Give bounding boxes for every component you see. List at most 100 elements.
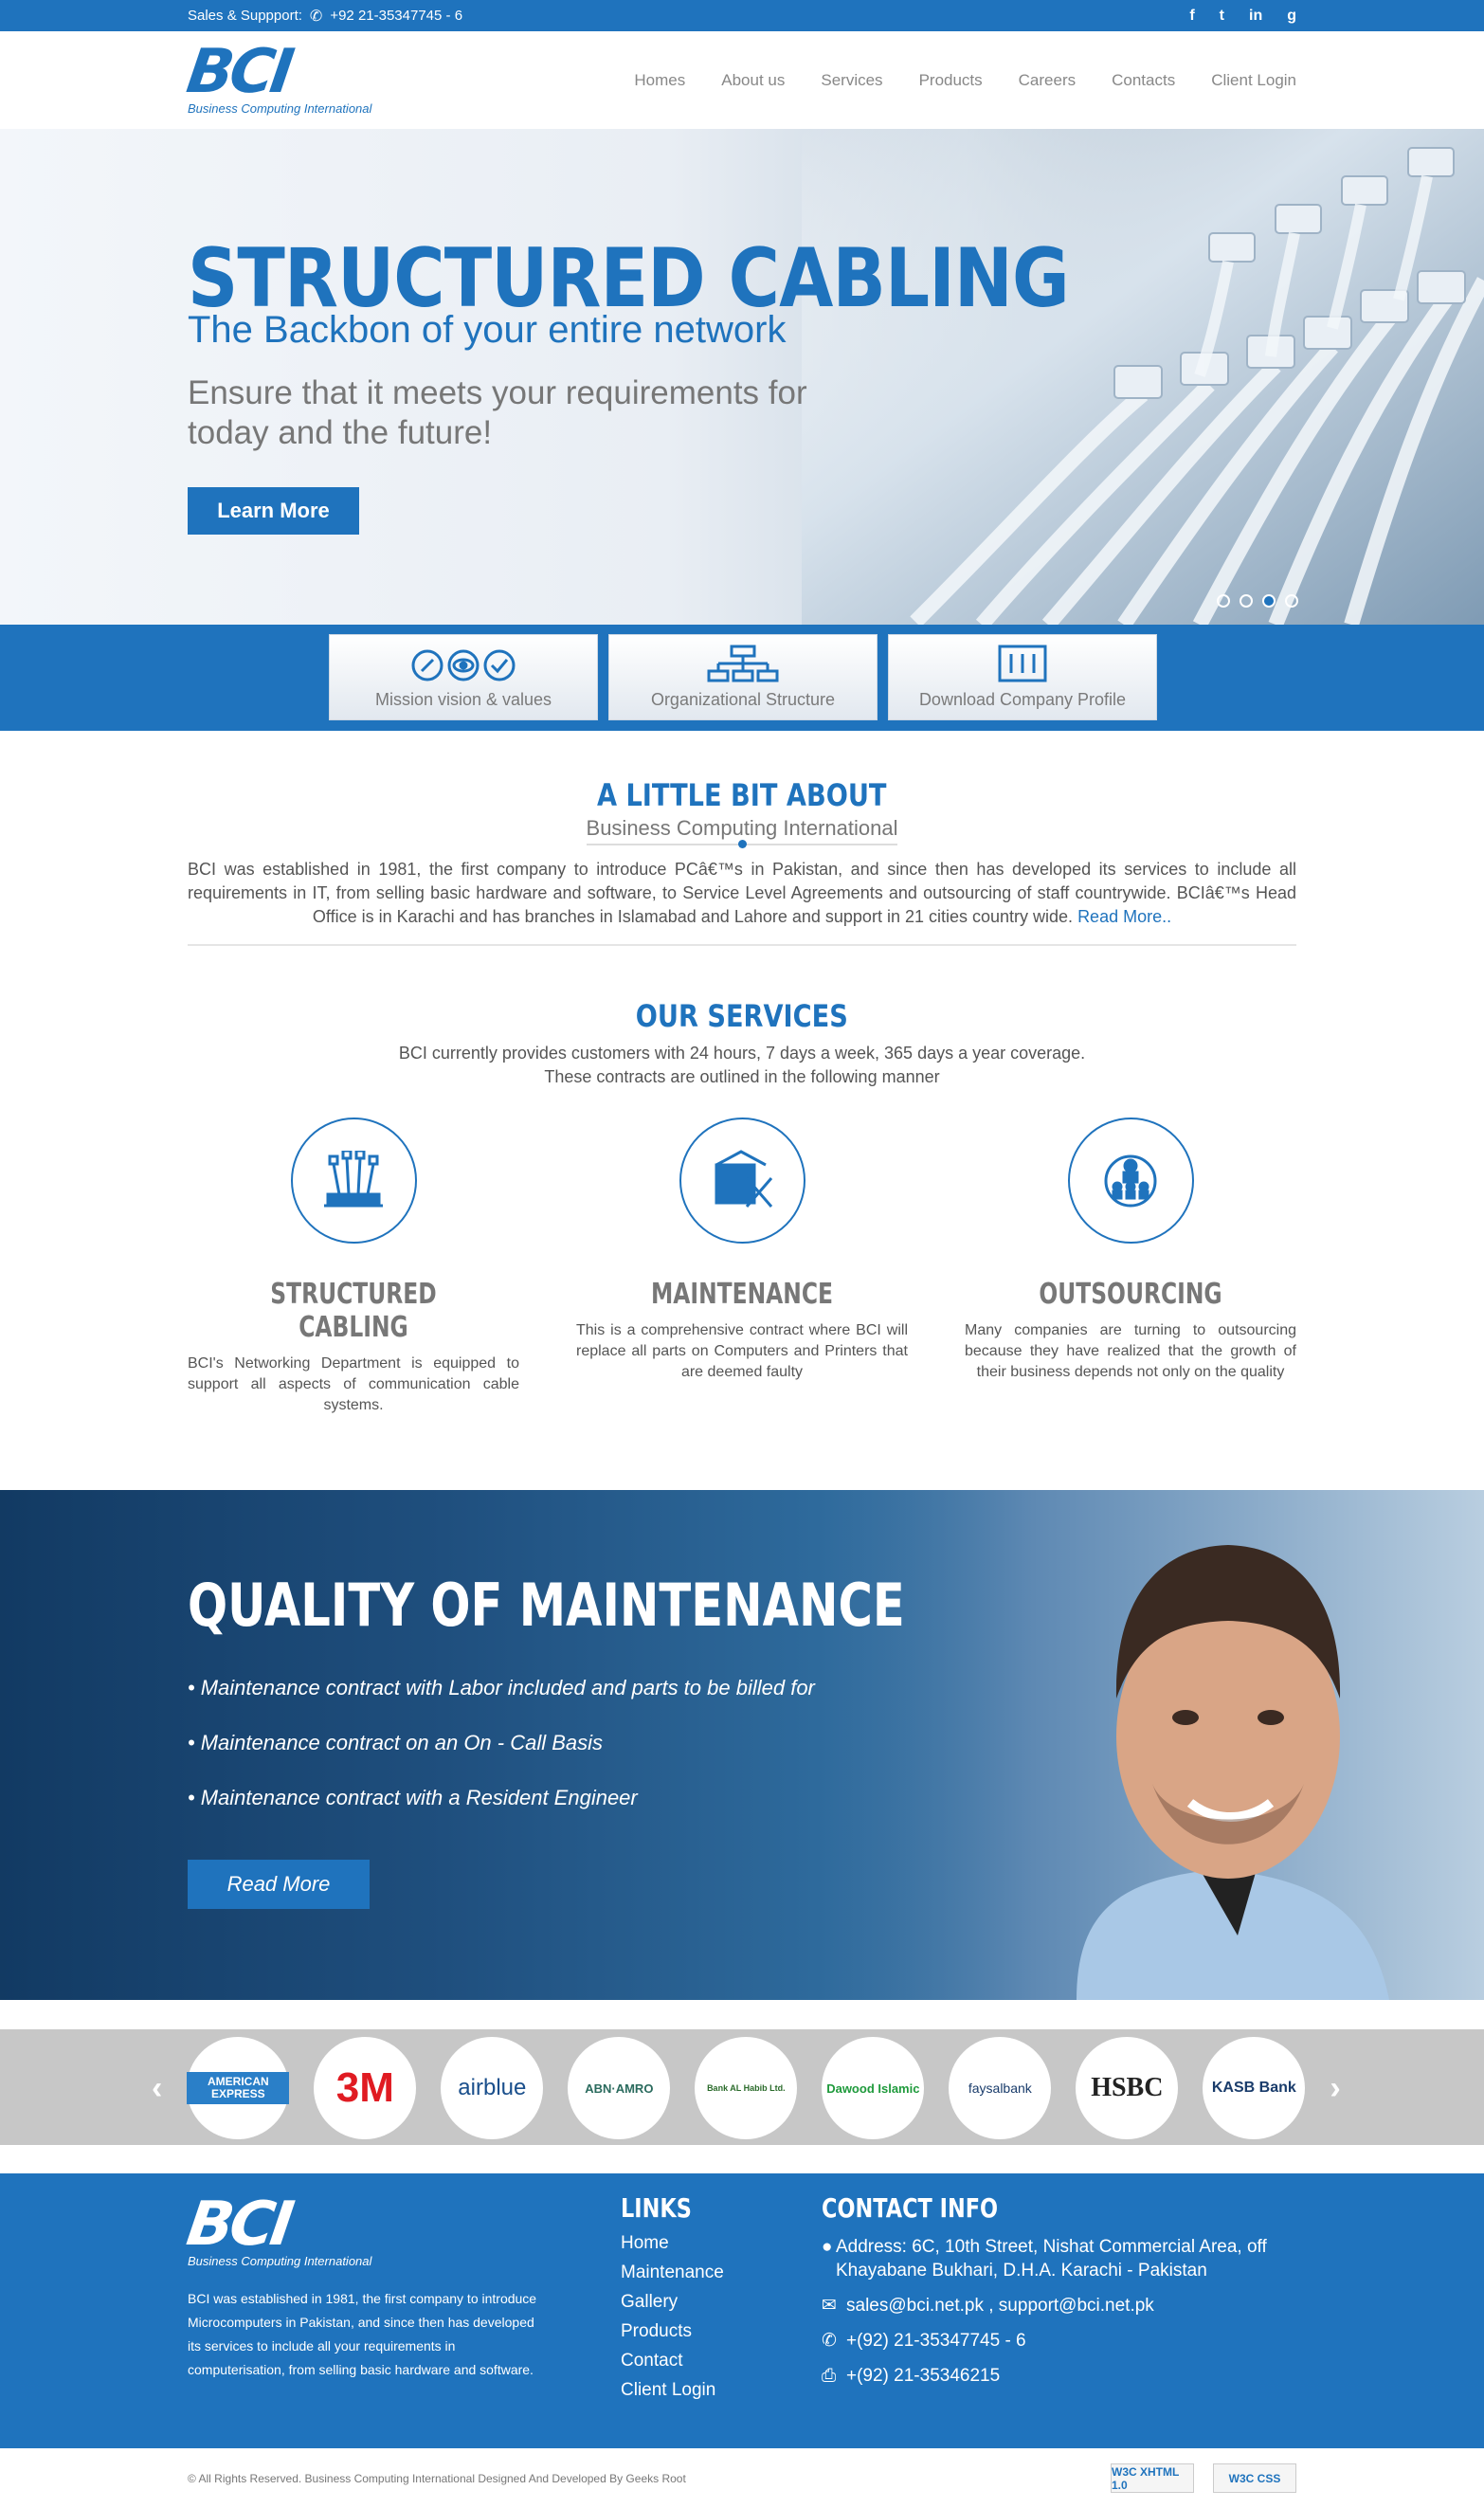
w3c-css-badge[interactable]: W3C CSS [1213, 2463, 1296, 2493]
quality-bullet: Maintenance contract with a Resident Eng… [188, 1786, 815, 1810]
nav-products[interactable]: Products [919, 71, 983, 90]
mission-vision-icon [411, 649, 516, 682]
service-structured-cabling[interactable]: STRUCTURED CABLING BCI's Networking Depa… [188, 1118, 519, 1416]
w3c-xhtml-badge[interactable]: W3C XHTML 1.0 [1111, 2463, 1194, 2493]
slider-dot-1[interactable] [1217, 594, 1230, 608]
slider-dots [1217, 594, 1298, 608]
contact-address: ● Address: 6C, 10th Street, Nishat Commer… [822, 2237, 1267, 2281]
client-kasb-bank[interactable]: KASB Bank [1203, 2037, 1306, 2139]
google-plus-icon[interactable]: g [1287, 8, 1296, 25]
about-title: A LITTLE BIT ABOUT [597, 777, 887, 813]
services-title: OUR SERVICES [635, 998, 849, 1034]
service-text: Many companies are turning to outsourcin… [965, 1322, 1296, 1380]
logo[interactable]: BCI Business Computing International [183, 37, 372, 116]
org-structure-label: Organizational Structure [650, 690, 836, 709]
service-title: OUTSOURCING [1039, 1278, 1222, 1311]
engineer-photo [840, 1490, 1484, 2000]
footer-link-contact[interactable]: Contact [621, 2351, 724, 2372]
org-structure-tab[interactable]: Organizational Structure [608, 634, 878, 720]
title-dot [737, 840, 747, 848]
slider-dot-3[interactable] [1262, 594, 1276, 608]
footer-link-home[interactable]: Home [621, 2233, 724, 2254]
footer-link-products[interactable]: Products [621, 2321, 724, 2342]
client-faysalbank[interactable]: faysalbank [949, 2037, 1052, 2139]
fax-icon: ⎙ [822, 2366, 837, 2386]
outsourcing-icon [1067, 1118, 1194, 1244]
client-hsbc[interactable]: HSBC [1076, 2037, 1179, 2139]
phone-icon: ✆ [822, 2331, 837, 2351]
phone-icon: ✆ [309, 8, 323, 25]
nav-services[interactable]: Services [821, 71, 882, 90]
nav-client-login[interactable]: Client Login [1211, 71, 1296, 90]
clients-carousel: ‹ AMERICAN EXPRESS 3M airblue ABN·AMRO B… [0, 2029, 1484, 2145]
hero-slider: STRUCTURED CABLING The Backbon of your e… [0, 129, 1484, 625]
contact-fax: ⎙ +(92) 21-35346215 [822, 2366, 1001, 2386]
client-airblue[interactable]: airblue [441, 2037, 544, 2139]
service-title: STRUCTURED CABLING [270, 1278, 437, 1344]
social-links: f t in g [1189, 8, 1296, 25]
copyright-text: © All Rights Reserved. Business Computin… [188, 2471, 686, 2485]
client-dawood-islamic[interactable]: Dawood Islamic [822, 2037, 925, 2139]
footer-link-client-login[interactable]: Client Login [621, 2380, 724, 2401]
footer-link-gallery[interactable]: Gallery [621, 2292, 724, 2313]
sales-support-phone: +92 21-35347745 - 6 [330, 8, 463, 24]
footer-links-title: LINKS [621, 2192, 692, 2224]
quality-bullet: Maintenance contract with Labor included… [188, 1676, 815, 1700]
nav-about-us[interactable]: About us [721, 71, 785, 90]
mission-vision-label: Mission vision & values [374, 690, 552, 709]
footer-links: LINKS Home Maintenance Gallery Products … [621, 2192, 724, 2409]
about-text: BCI was established in 1981, the first c… [188, 860, 1296, 926]
org-chart-icon [707, 645, 779, 682]
footer-link-maintenance[interactable]: Maintenance [621, 2263, 724, 2283]
bottom-bar: © All Rights Reserved. Business Computin… [0, 2448, 1484, 2508]
client-american-express[interactable]: AMERICAN EXPRESS [187, 2037, 290, 2139]
footer-logo-mark: BCI [182, 2190, 295, 2260]
download-profile-tab[interactable]: Download Company Profile [888, 634, 1157, 720]
location-icon: ● [822, 2237, 833, 2257]
cabling-icon [290, 1118, 417, 1244]
linkedin-icon[interactable]: in [1249, 8, 1262, 25]
quality-list: Maintenance contract with Labor included… [188, 1676, 815, 1841]
client-bank-al-habib[interactable]: Bank AL Habib Ltd. [695, 2037, 798, 2139]
mail-icon: ✉ [822, 2296, 837, 2316]
nav-careers[interactable]: Careers [1019, 71, 1076, 90]
footer-about: BCI Business Computing International BCI… [183, 2190, 540, 2382]
carousel-prev-icon[interactable]: ‹ [152, 2070, 162, 2107]
nav-contacts[interactable]: Contacts [1112, 71, 1175, 90]
mission-vision-tab[interactable]: Mission vision & values [329, 634, 598, 720]
hero-subtitle: The Backbon of your entire network [188, 309, 787, 351]
facebook-icon[interactable]: f [1189, 8, 1194, 25]
service-text: This is a comprehensive contract where B… [576, 1322, 908, 1380]
footer-contact-title: CONTACT INFO [822, 2192, 999, 2224]
twitter-icon[interactable]: t [1220, 8, 1224, 25]
header: BCI Business Computing International Hom… [0, 31, 1484, 129]
logo-mark: BCI [182, 37, 295, 107]
services-intro: BCI currently provides customers with 24… [398, 1044, 1086, 1086]
service-outsourcing[interactable]: OUTSOURCING Many companies are turning t… [965, 1118, 1296, 1416]
read-more-link[interactable]: Read More.. [1077, 907, 1171, 926]
footer: BCI Business Computing International BCI… [0, 2173, 1484, 2448]
divider [188, 944, 1296, 946]
carousel-next-icon[interactable]: › [1330, 2070, 1340, 2107]
nav-homes[interactable]: Homes [634, 71, 685, 90]
client-3m[interactable]: 3M [314, 2037, 417, 2139]
service-maintenance[interactable]: MAINTENANCE This is a comprehensive cont… [576, 1118, 908, 1416]
quality-title: QUALITY OF MAINTENANCE [188, 1571, 905, 1640]
quality-section: QUALITY OF MAINTENANCE Maintenance contr… [0, 1490, 1484, 2000]
slider-dot-2[interactable] [1240, 594, 1253, 608]
contact-email: ✉ sales@bci.net.pk , support@bci.net.pk [822, 2296, 1154, 2316]
service-title: MAINTENANCE [650, 1278, 834, 1311]
client-abn-amro[interactable]: ABN·AMRO [568, 2037, 671, 2139]
read-more-button[interactable]: Read More [188, 1860, 370, 1909]
document-icon [998, 645, 1047, 682]
slider-dot-4[interactable] [1285, 594, 1298, 608]
contact-phone: ✆ +(92) 21-35347745 - 6 [822, 2331, 1026, 2351]
sales-support-label: Sales & Suppport: [188, 8, 302, 24]
learn-more-button[interactable]: Learn More [188, 487, 359, 535]
sales-support: Sales & Suppport: ✆ +92 21-35347745 - 6 [188, 7, 462, 26]
footer-about-text: BCI was established in 1981, the first c… [188, 2291, 537, 2377]
top-bar: Sales & Suppport: ✆ +92 21-35347745 - 6 … [0, 0, 1484, 31]
about-section: A LITTLE BIT ABOUT Business Computing In… [0, 731, 1484, 946]
main-nav: Homes About us Services Products Careers… [634, 71, 1296, 90]
services-section: OUR SERVICES BCI currently provides cust… [0, 946, 1484, 1416]
